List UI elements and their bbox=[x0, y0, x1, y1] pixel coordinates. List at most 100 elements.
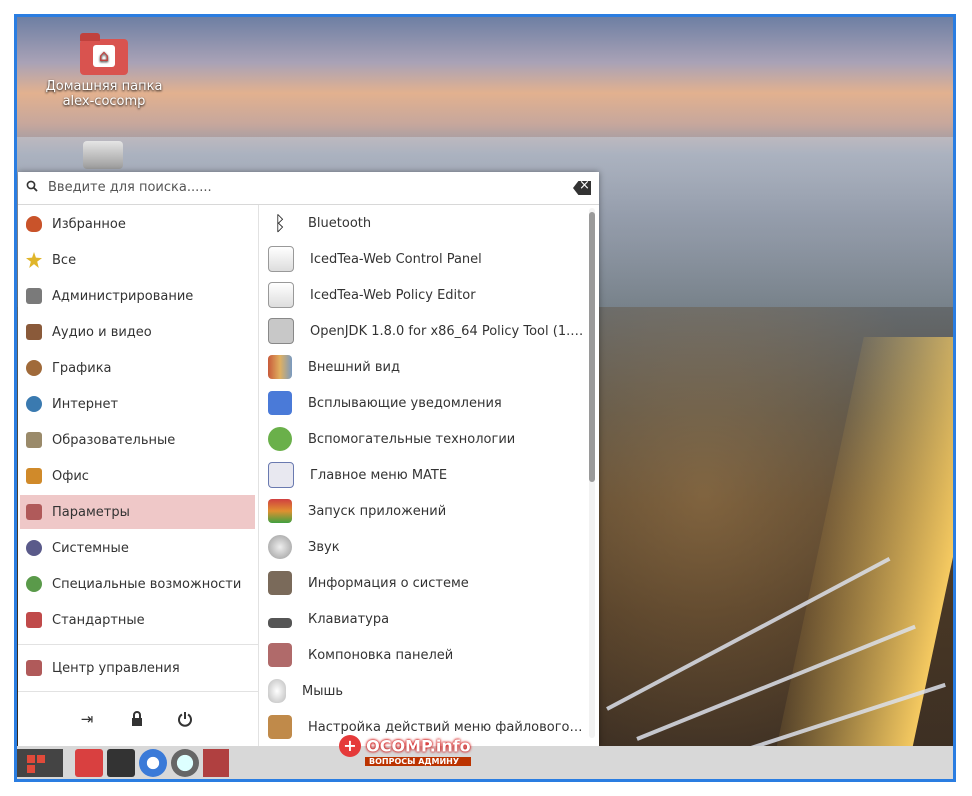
app-label: Внешний вид bbox=[308, 359, 400, 375]
app-label: Настройка действий меню файлового мен... bbox=[308, 719, 584, 735]
app-item-icedtea-policy-editor[interactable]: IcedTea-Web Policy Editor bbox=[259, 277, 585, 313]
app-label: IcedTea-Web Policy Editor bbox=[310, 287, 476, 303]
desktop: ⌂ Домашняя папка alex-cocomp Введите для… bbox=[17, 17, 953, 779]
app-item-mate-main-menu[interactable]: Главное меню MATE bbox=[259, 457, 585, 493]
accessories-icon bbox=[26, 612, 42, 628]
watermark-logo-icon: + bbox=[339, 735, 361, 757]
app-item-sound[interactable]: Звук bbox=[259, 529, 585, 565]
home-folder-desktop-icon[interactable]: ⌂ Домашняя папка alex-cocomp bbox=[44, 33, 164, 109]
category-label: Интернет bbox=[52, 396, 119, 412]
panel-layout-icon bbox=[268, 643, 292, 667]
session-actions: ⇥ bbox=[18, 692, 258, 746]
star-icon bbox=[26, 252, 42, 268]
startup-apps-icon bbox=[268, 499, 292, 523]
notifications-icon bbox=[268, 391, 292, 415]
category-label: Избранное bbox=[52, 216, 126, 232]
start-menu-button[interactable] bbox=[17, 749, 63, 777]
start-menu-icon bbox=[27, 755, 35, 763]
category-list: Избранное Все Администрирование Аудио и … bbox=[18, 205, 259, 746]
category-settings[interactable]: Параметры bbox=[20, 495, 255, 529]
category-audio-video[interactable]: Аудио и видео bbox=[20, 315, 255, 349]
category-all[interactable]: Все bbox=[20, 243, 255, 277]
system-info-icon bbox=[268, 571, 292, 595]
application-list: ᛒ Bluetooth IcedTea-Web Control Panel Ic… bbox=[259, 205, 585, 746]
menu-editor-icon bbox=[268, 462, 294, 488]
education-icon bbox=[26, 432, 42, 448]
system-icon bbox=[26, 540, 42, 556]
search-input[interactable]: Введите для поиска...... bbox=[48, 180, 212, 195]
browser-launcher-icon[interactable] bbox=[139, 749, 167, 777]
keyboard-icon bbox=[268, 617, 292, 628]
app-item-openjdk-policy-tool[interactable]: OpenJDK 1.8.0 for x86_64 Policy Tool (1.… bbox=[259, 313, 585, 349]
category-office[interactable]: Офис bbox=[20, 459, 255, 493]
logout-icon[interactable]: ⇥ bbox=[78, 710, 96, 728]
mouse-icon bbox=[268, 679, 286, 703]
app-label: Главное меню MATE bbox=[310, 467, 448, 483]
category-label: Аудио и видео bbox=[52, 324, 152, 340]
watermark-brand: OCOMP.info bbox=[366, 736, 471, 756]
search-icon bbox=[26, 180, 38, 192]
app-item-appearance[interactable]: Внешний вид bbox=[259, 349, 585, 385]
app-item-bluetooth[interactable]: ᛒ Bluetooth bbox=[259, 205, 585, 241]
category-label: Все bbox=[52, 252, 77, 268]
category-label: Графика bbox=[52, 360, 112, 376]
category-label: Параметры bbox=[52, 504, 130, 520]
home-folder-label: Домашняя папка bbox=[45, 79, 163, 94]
red-launcher-icon[interactable] bbox=[203, 749, 229, 777]
app-label: Мышь bbox=[302, 683, 344, 699]
category-label: Образовательные bbox=[52, 432, 176, 448]
category-administration[interactable]: Администрирование bbox=[20, 279, 255, 313]
category-internet[interactable]: Интернет bbox=[20, 387, 255, 421]
app-item-panel-layout[interactable]: Компоновка панелей bbox=[259, 637, 585, 673]
home-folder-user-label: alex-cocomp bbox=[62, 94, 146, 109]
app-item-notifications[interactable]: Всплывающие уведомления bbox=[259, 385, 585, 421]
globe-icon bbox=[26, 396, 42, 412]
category-label: Офис bbox=[52, 468, 89, 484]
java-icon bbox=[268, 282, 294, 308]
watermark: + OCOMP.info ВОПРОСЫ АДМИНУ bbox=[339, 735, 471, 766]
category-graphics[interactable]: Графика bbox=[20, 351, 255, 385]
category-education[interactable]: Образовательные bbox=[20, 423, 255, 457]
app-label: OpenJDK 1.8.0 for x86_64 Policy Tool (1.… bbox=[310, 323, 585, 339]
appearance-icon bbox=[268, 355, 292, 379]
app-label: Всплывающие уведомления bbox=[308, 395, 502, 411]
settings-icon bbox=[26, 504, 42, 520]
menu-search-bar[interactable]: Введите для поиска...... bbox=[18, 172, 599, 205]
office-icon bbox=[26, 468, 42, 484]
accessibility-icon bbox=[26, 576, 42, 592]
screenshot-frame: ⌂ Домашняя папка alex-cocomp Введите для… bbox=[14, 14, 956, 782]
app-item-mouse[interactable]: Мышь bbox=[259, 673, 585, 709]
search-tool-launcher-icon[interactable] bbox=[171, 749, 199, 777]
control-center-icon bbox=[26, 660, 42, 676]
sound-icon bbox=[268, 535, 292, 559]
clear-search-icon[interactable] bbox=[573, 181, 591, 195]
power-icon[interactable] bbox=[176, 710, 194, 728]
divider bbox=[18, 644, 258, 645]
app-item-keyboard[interactable]: Клавиатура bbox=[259, 601, 585, 637]
java-policy-icon bbox=[268, 318, 294, 344]
watermark-subtitle: ВОПРОСЫ АДМИНУ bbox=[365, 757, 471, 766]
drive-icon[interactable] bbox=[83, 141, 123, 169]
control-center-label: Центр управления bbox=[52, 660, 180, 676]
lock-icon[interactable] bbox=[128, 710, 146, 728]
bluetooth-icon: ᛒ bbox=[274, 211, 286, 235]
taskbar bbox=[17, 746, 953, 779]
heart-icon bbox=[26, 216, 42, 232]
file-manager-launcher-icon[interactable] bbox=[75, 749, 103, 777]
category-label: Стандартные bbox=[52, 612, 145, 628]
app-item-icedtea-control-panel[interactable]: IcedTea-Web Control Panel bbox=[259, 241, 585, 277]
app-item-assistive-technologies[interactable]: Вспомогательные технологии bbox=[259, 421, 585, 457]
app-item-startup-applications[interactable]: Запуск приложений bbox=[259, 493, 585, 529]
application-menu: Введите для поиска...... Избранное Все А… bbox=[18, 172, 599, 746]
app-label: IcedTea-Web Control Panel bbox=[310, 251, 482, 267]
category-favorites[interactable]: Избранное bbox=[20, 207, 255, 241]
control-center-item[interactable]: Центр управления bbox=[20, 651, 255, 685]
category-system[interactable]: Системные bbox=[20, 531, 255, 565]
category-accessories[interactable]: Стандартные bbox=[20, 603, 255, 637]
accessibility-icon bbox=[268, 427, 292, 451]
category-accessibility[interactable]: Специальные возможности bbox=[20, 567, 255, 601]
app-list-scrollbar-thumb[interactable] bbox=[589, 212, 595, 482]
java-icon bbox=[268, 246, 294, 272]
terminal-launcher-icon[interactable] bbox=[107, 749, 135, 777]
app-item-system-info[interactable]: Информация о системе bbox=[259, 565, 585, 601]
